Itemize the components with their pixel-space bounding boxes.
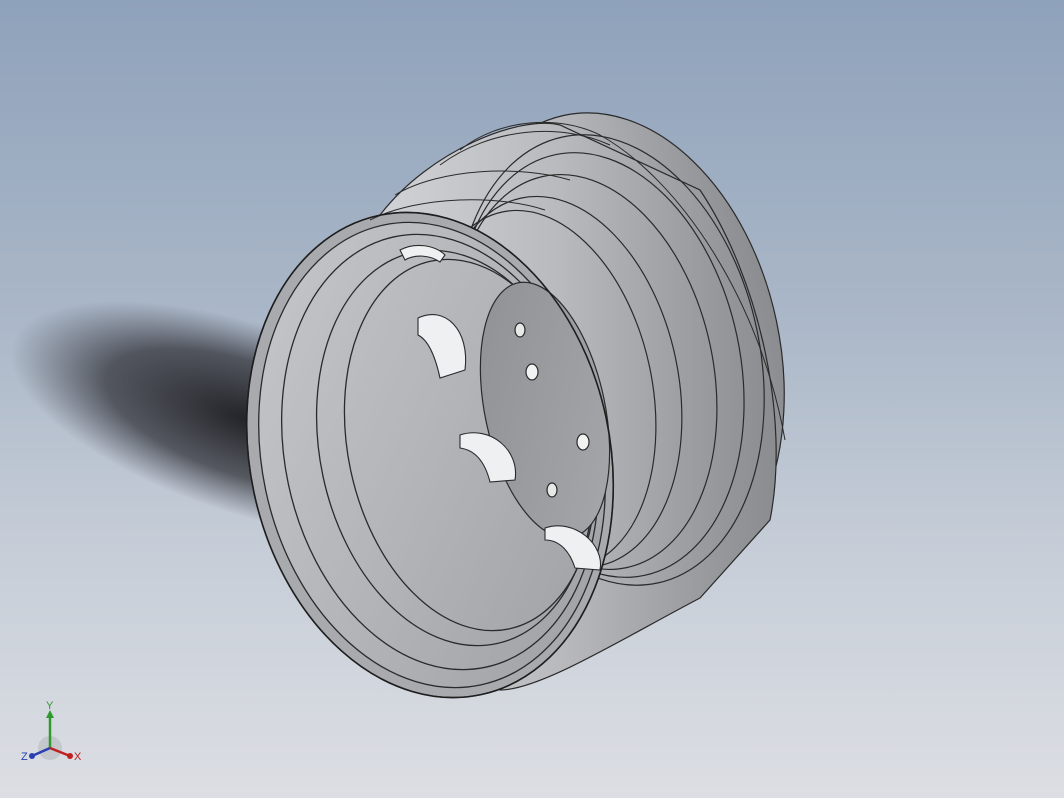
bolt-hole bbox=[525, 363, 539, 381]
x-axis-arrow bbox=[67, 753, 73, 759]
bolt-hole bbox=[576, 433, 590, 451]
bolt-hole bbox=[514, 322, 526, 338]
wheel-rim-model[interactable] bbox=[0, 0, 1064, 798]
graphics-viewport[interactable]: Y Z X bbox=[0, 0, 1064, 798]
orientation-triad[interactable]: Y Z X bbox=[18, 700, 88, 770]
y-axis-label: Y bbox=[46, 700, 54, 712]
z-axis-label: Z bbox=[21, 751, 28, 763]
bolt-hole bbox=[546, 482, 558, 498]
x-axis-label: X bbox=[74, 751, 82, 763]
z-axis-arrow bbox=[29, 753, 35, 759]
